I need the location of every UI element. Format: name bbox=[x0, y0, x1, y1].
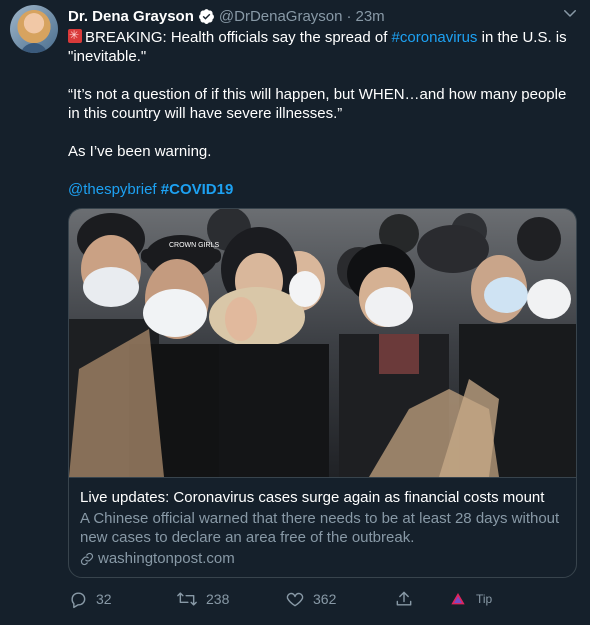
card-text: Live updates: Coronavirus cases surge ag… bbox=[69, 477, 576, 577]
tweet-text-breaking: BREAKING: Health officials say the sprea… bbox=[85, 29, 392, 46]
like-count: 362 bbox=[313, 591, 337, 607]
card-description: A Chinese official warned that there nee… bbox=[80, 510, 560, 546]
tweet-header: Dr. Dena Grayson @DrDenaGrayson · 23m bbox=[68, 6, 385, 26]
reply-button[interactable]: 32 bbox=[68, 588, 112, 610]
tweet-tags: @thespybrief #COVID19 bbox=[68, 180, 573, 199]
author-name[interactable]: Dr. Dena Grayson bbox=[68, 8, 194, 25]
card-domain-text: washingtonpost.com bbox=[98, 550, 235, 567]
link-card[interactable]: CROWN GIRLS Live updates: Coronavirus ca… bbox=[68, 208, 577, 578]
avatar-shirt bbox=[20, 43, 48, 53]
author-handle[interactable]: @DrDenaGrayson bbox=[219, 8, 343, 25]
tip-label: Tip bbox=[476, 592, 493, 606]
retweet-icon bbox=[177, 592, 197, 606]
crowd-photo: CROWN GIRLS bbox=[69, 209, 576, 477]
heart-icon bbox=[286, 592, 304, 607]
tweet[interactable]: Dr. Dena Grayson @DrDenaGrayson · 23m BR… bbox=[0, 0, 590, 625]
tweet-warning: As I’ve been warning. bbox=[68, 143, 212, 160]
verified-badge-icon bbox=[198, 8, 214, 24]
card-title[interactable]: Live updates: Coronavirus cases surge ag… bbox=[80, 489, 544, 506]
card-domain: washingtonpost.com bbox=[80, 550, 235, 567]
like-button[interactable]: 362 bbox=[285, 588, 336, 610]
tweet-quote: “It’s not a question of if this will hap… bbox=[68, 86, 567, 122]
tweet-actions: 32 238 362 Tip bbox=[68, 588, 573, 610]
siren-icon bbox=[68, 26, 82, 45]
reply-icon bbox=[71, 592, 86, 609]
retweet-count: 238 bbox=[206, 591, 230, 607]
mention-link[interactable]: @thespybrief bbox=[68, 181, 157, 198]
tweet-line-breaking: BREAKING: Health officials say the sprea… bbox=[68, 26, 573, 66]
chevron-down-icon[interactable] bbox=[561, 4, 579, 22]
link-icon bbox=[80, 552, 94, 565]
retweet-button[interactable]: 238 bbox=[176, 588, 229, 610]
avatar[interactable] bbox=[10, 5, 58, 53]
tip-button[interactable]: Tip bbox=[450, 588, 492, 610]
tweet-body: BREAKING: Health officials say the sprea… bbox=[68, 26, 573, 199]
card-image: CROWN GIRLS bbox=[69, 209, 576, 477]
hashtag-covid19[interactable]: #COVID19 bbox=[161, 181, 234, 198]
reply-count: 32 bbox=[96, 591, 112, 607]
tip-icon bbox=[451, 593, 465, 605]
share-icon bbox=[396, 591, 412, 606]
header-separator: · bbox=[346, 7, 352, 25]
share-button[interactable] bbox=[394, 588, 422, 610]
hashtag-coronavirus[interactable]: #coronavirus bbox=[392, 29, 478, 46]
tweet-timestamp[interactable]: 23m bbox=[356, 8, 385, 25]
cap-text: CROWN GIRLS bbox=[169, 242, 220, 249]
